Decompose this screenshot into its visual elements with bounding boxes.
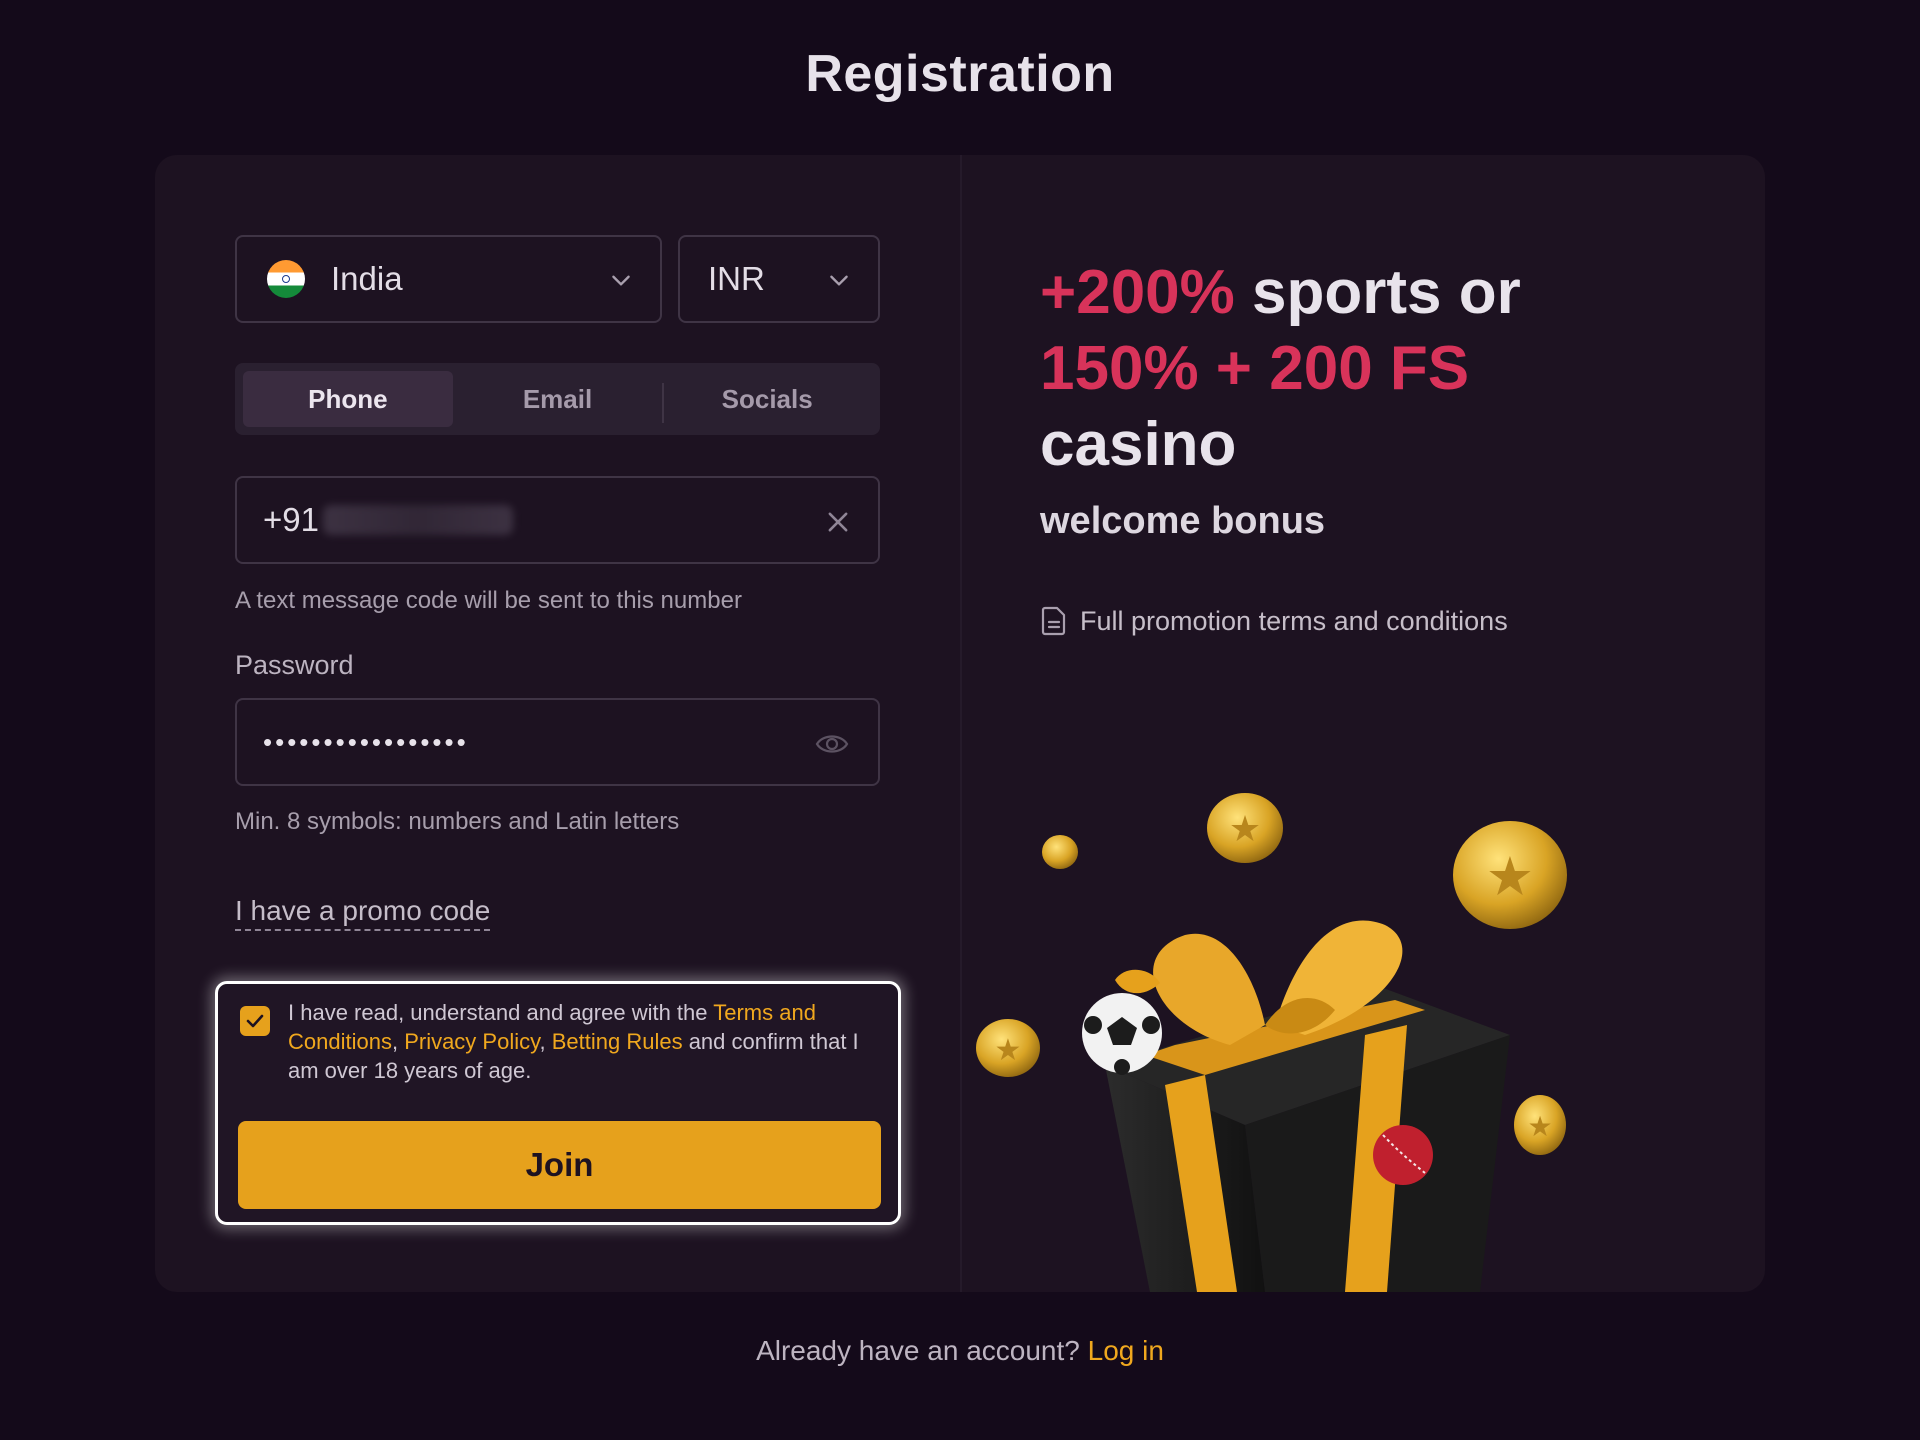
welcome-bonus-subtitle: welcome bonus	[1040, 500, 1326, 542]
promotion-terms-label: Full promotion terms and conditions	[1080, 605, 1508, 636]
registration-method-tabs: Phone Email Socials	[235, 363, 880, 435]
phone-input[interactable]: +91	[235, 476, 880, 564]
password-value: •••••••••••••••••	[263, 726, 469, 757]
coin-icon: ★	[1207, 793, 1283, 863]
password-hint: Min. 8 symbols: numbers and Latin letter…	[235, 808, 680, 835]
consent-checkbox[interactable]	[240, 1006, 270, 1036]
tab-label: Email	[522, 383, 593, 414]
check-icon	[246, 1014, 264, 1028]
consent-text: I have read, understand and agree with t…	[288, 998, 868, 1085]
svg-text:★: ★	[1229, 809, 1261, 850]
bonus-casino-offer: 150% + 200 FS	[1040, 334, 1470, 403]
privacy-policy-link[interactable]: Privacy Policy	[404, 1029, 539, 1054]
consent-text-before: I have read, understand and agree with t…	[288, 1000, 714, 1025]
consent-separator: ,	[539, 1029, 552, 1054]
currency-value: INR	[708, 260, 765, 297]
join-button[interactable]: Join	[238, 1121, 881, 1209]
password-label: Password	[235, 650, 354, 680]
login-prompt: Already have an account? Log in	[0, 1335, 1920, 1367]
coin-icon	[1042, 835, 1078, 869]
login-link[interactable]: Log in	[1088, 1335, 1164, 1366]
chevron-down-icon	[612, 275, 630, 286]
currency-select[interactable]: INR	[678, 235, 880, 323]
tab-separator	[662, 383, 665, 423]
country-value: India	[331, 260, 403, 297]
svg-text:★: ★	[995, 1033, 1022, 1068]
cricket-ball-icon	[1373, 1125, 1433, 1185]
close-icon[interactable]	[824, 508, 852, 536]
tab-label: Socials	[721, 383, 813, 414]
eye-icon[interactable]	[814, 728, 850, 760]
password-input[interactable]: •••••••••••••••••	[235, 698, 880, 786]
chevron-down-icon	[830, 275, 848, 286]
svg-text:★: ★	[1486, 845, 1534, 908]
bonus-casino-label: casino	[1040, 410, 1237, 479]
phone-number-blurred	[322, 505, 513, 535]
svg-text:★: ★	[1527, 1110, 1552, 1143]
bonus-sports-percent: +200%	[1040, 258, 1235, 327]
coin-icon: ★	[1514, 1095, 1566, 1155]
promo-code-link[interactable]: I have a promo code	[235, 895, 491, 931]
tab-label: Phone	[308, 383, 388, 414]
registration-card: India INR Phone Email Socials +91 A text…	[155, 155, 1765, 1292]
tab-email[interactable]: Email	[453, 371, 663, 427]
promotion-terms-link[interactable]: Full promotion terms and conditions	[1040, 605, 1508, 637]
betting-rules-link[interactable]: Betting Rules	[552, 1029, 683, 1054]
phone-prefix: +91	[263, 501, 319, 538]
column-divider	[960, 155, 962, 1292]
consent-section: I have read, understand and agree with t…	[215, 981, 901, 1225]
gift-box-illustration: ★ ★ ★ ★	[976, 793, 1567, 1292]
phone-hint: A text message code will be sent to this…	[235, 587, 742, 614]
tab-phone[interactable]: Phone	[243, 371, 453, 427]
login-question: Already have an account?	[756, 1335, 1088, 1366]
bonus-headline: +200% sports or 150% + 200 FS casino	[1040, 255, 1660, 483]
consent-separator: ,	[391, 1029, 405, 1054]
coin-icon: ★	[976, 1019, 1040, 1077]
page-title: Registration	[805, 45, 1115, 103]
coin-icon: ★	[1453, 821, 1567, 929]
india-flag-icon	[267, 260, 305, 298]
tab-socials[interactable]: Socials	[662, 371, 872, 427]
document-icon	[1041, 606, 1066, 636]
bonus-text: sports or	[1234, 258, 1521, 327]
country-select[interactable]: India	[235, 235, 662, 323]
